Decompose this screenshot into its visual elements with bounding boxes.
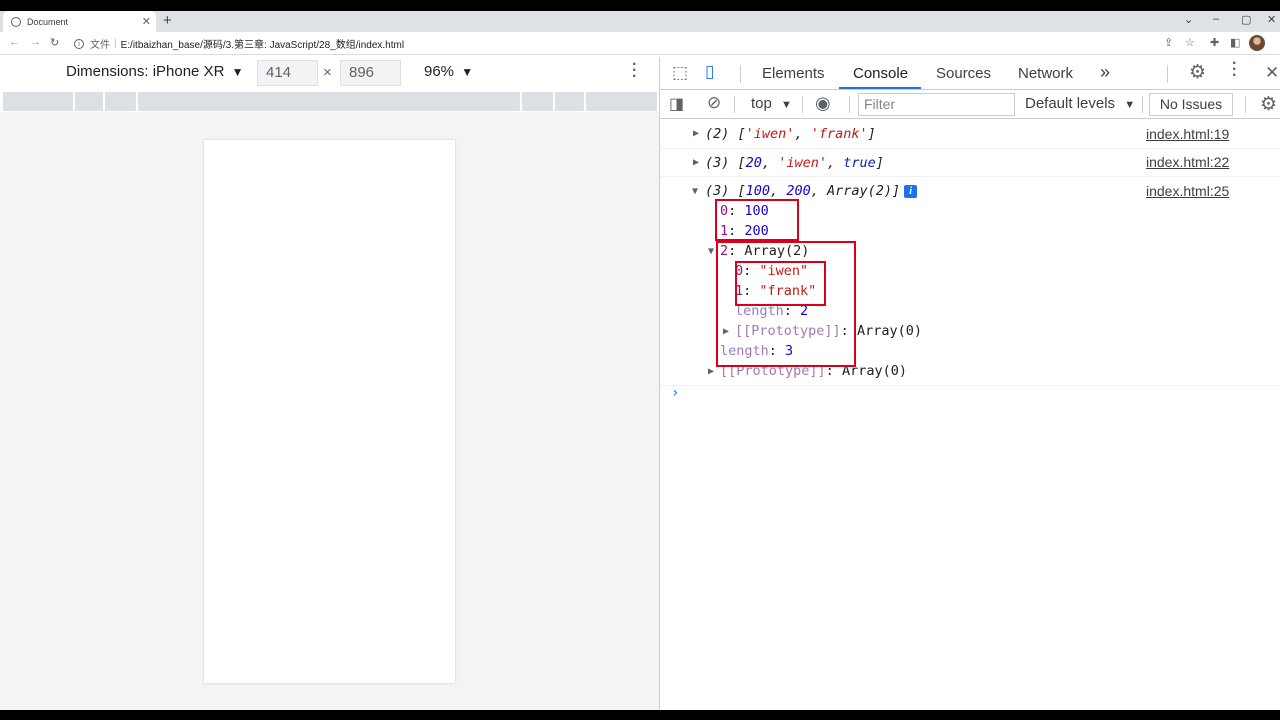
collapse-triangle-icon[interactable]: ▼: [692, 186, 698, 197]
emulated-page[interactable]: [204, 140, 455, 683]
caret-down-icon: ▼: [1124, 99, 1136, 111]
filter-input[interactable]: Filter: [858, 93, 1015, 116]
devtools-panel: ⬚ ▯ Elements Console Sources Network » ⚙…: [660, 56, 1280, 710]
info-icon[interactable]: i: [74, 38, 84, 49]
eye-icon[interactable]: ◉: [815, 93, 831, 114]
dimensions-select[interactable]: Dimensions: iPhone XR ▼: [66, 63, 243, 80]
highlight-box: [715, 199, 799, 241]
device-toggle-icon[interactable]: ▯: [705, 62, 714, 82]
share-icon[interactable]: ⇪: [1164, 36, 1173, 49]
tab-console[interactable]: Console: [853, 65, 908, 82]
browser-window: Document ✕ + ⌄ – ▢ ✕ ← → ↻ i 文件 | E:/itb…: [0, 11, 1280, 710]
source-link[interactable]: index.html:19: [1146, 126, 1229, 142]
issues-button[interactable]: No Issues: [1149, 93, 1233, 116]
address-bar: ← → ↻ i 文件 | E:/itbaizhan_base/源码/3.第三章:…: [0, 32, 1280, 55]
avatar[interactable]: [1249, 35, 1265, 51]
expand-triangle-icon[interactable]: ▶: [693, 128, 699, 139]
tab-strip: Document ✕ + ⌄ – ▢ ✕: [0, 11, 1280, 32]
tab-search-icon[interactable]: ⌄: [1184, 13, 1193, 26]
highlight-box: [735, 261, 826, 306]
console-message[interactable]: ▶ (3) [20, 'iwen', true] index.html:22: [660, 149, 1280, 177]
device-toolbar: Dimensions: iPhone XR ▼ 414 × 896 96% ▼ …: [0, 57, 659, 89]
collapse-triangle-icon[interactable]: ▼: [708, 246, 714, 257]
source-link[interactable]: index.html:25: [1146, 183, 1229, 199]
tab-sources[interactable]: Sources: [936, 65, 991, 82]
clear-console-icon[interactable]: ⊘: [707, 93, 721, 113]
info-badge-icon[interactable]: i: [904, 185, 918, 198]
dimensions-label: Dimensions: iPhone XR: [66, 63, 225, 80]
sidebar-toggle-icon[interactable]: ◨: [669, 94, 684, 114]
reload-icon[interactable]: ↻: [50, 36, 59, 49]
close-icon[interactable]: ✕: [142, 15, 151, 28]
scheme-label: 文件: [90, 40, 110, 51]
scheme-separator: |: [114, 38, 117, 49]
forward-icon[interactable]: →: [30, 36, 41, 48]
url-text: E:/itbaizhan_base/源码/3.第三章: JavaScript/2…: [120, 40, 405, 51]
minimize-icon[interactable]: –: [1213, 13, 1219, 25]
height-input[interactable]: 896: [340, 60, 401, 86]
browser-tab[interactable]: Document ✕: [3, 11, 156, 32]
more-tabs-icon[interactable]: »: [1100, 62, 1110, 83]
more-vertical-icon[interactable]: · · ·: [632, 57, 638, 85]
expand-triangle-icon[interactable]: ▶: [708, 366, 714, 377]
array-preview: (2) ['iwen', 'frank']: [705, 126, 876, 142]
zoom-value: 96%: [424, 63, 455, 80]
context-select[interactable]: top ▼: [751, 95, 792, 112]
context-label: top: [751, 95, 772, 112]
device-viewport: [0, 112, 659, 710]
media-query-ruler[interactable]: [3, 92, 657, 111]
caret-down-icon: ▼: [781, 99, 792, 111]
console-toolbar: ◨ ⊘ top ▼ ◉ Filter Default levels ▼ No I…: [660, 90, 1280, 119]
star-icon[interactable]: ☆: [1185, 36, 1195, 49]
extensions-icon[interactable]: ✚: [1210, 36, 1219, 49]
expand-triangle-icon[interactable]: ▶: [693, 157, 699, 168]
console-output: ▶ (2) ['iwen', 'frank'] index.html:19 ▶ …: [660, 120, 1280, 710]
source-link[interactable]: index.html:22: [1146, 154, 1229, 170]
maximize-icon[interactable]: ▢: [1241, 13, 1251, 26]
caret-down-icon: ▼: [231, 65, 244, 79]
window-close-icon[interactable]: ✕: [1267, 13, 1276, 26]
globe-icon: [11, 16, 21, 27]
close-devtools-icon[interactable]: ✕: [1265, 63, 1279, 83]
back-icon[interactable]: ←: [9, 36, 20, 48]
levels-label: Default levels: [1025, 95, 1116, 112]
new-tab-button[interactable]: +: [163, 12, 172, 29]
more-vertical-icon[interactable]: · · ·: [1232, 56, 1237, 84]
console-message-expanded[interactable]: ▼ (3) [100, 200, Array(2)] i index.html:2…: [660, 177, 1280, 386]
zoom-select[interactable]: 96% ▼: [424, 63, 473, 80]
tab-network[interactable]: Network: [1018, 65, 1073, 82]
settings-icon[interactable]: ⚙: [1189, 61, 1206, 84]
active-tab-indicator: [839, 87, 921, 89]
devtools-tabbar: ⬚ ▯ Elements Console Sources Network » ⚙…: [660, 56, 1280, 90]
console-message[interactable]: ▶ (2) ['iwen', 'frank'] index.html:19: [660, 120, 1280, 149]
levels-select[interactable]: Default levels ▼: [1025, 95, 1135, 112]
caret-down-icon: ▼: [461, 65, 474, 79]
width-input[interactable]: 414: [257, 60, 318, 86]
console-settings-icon[interactable]: ⚙: [1260, 93, 1277, 116]
tab-elements[interactable]: Elements: [762, 65, 825, 82]
console-prompt-icon[interactable]: ›: [671, 385, 679, 401]
array-preview: (3) [100, 200, Array(2)] i: [705, 183, 918, 199]
array-preview: (3) [20, 'iwen', true]: [705, 155, 884, 171]
tab-title: Document: [27, 16, 69, 27]
inspect-element-icon[interactable]: ⬚: [672, 63, 688, 83]
times-sign: ×: [323, 64, 332, 81]
omnibox[interactable]: i 文件 | E:/itbaizhan_base/源码/3.第三章: JavaS…: [68, 34, 1153, 53]
side-panel-icon[interactable]: ◧: [1230, 36, 1240, 49]
